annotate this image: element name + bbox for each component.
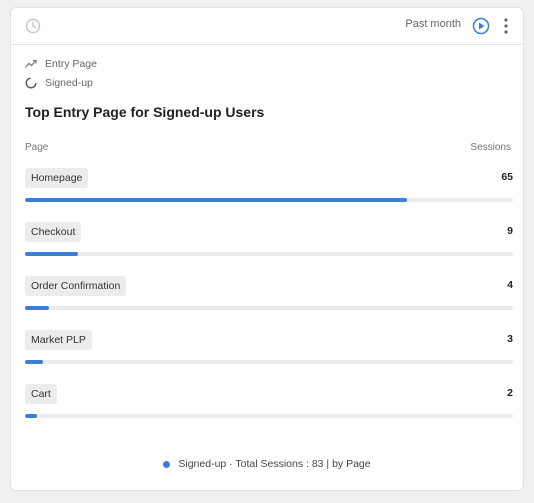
clock-icon (25, 18, 41, 34)
table-row: Cart 2 (25, 384, 513, 430)
bar-track (25, 198, 513, 202)
table-row: Order Confirmation 4 (25, 276, 513, 322)
table-row: Market PLP 3 (25, 330, 513, 376)
legend-segment-label: Signed-up (45, 77, 93, 89)
row-value: 4 (507, 279, 513, 291)
bar-fill (25, 360, 43, 364)
bar-track (25, 252, 513, 256)
bar-track (25, 306, 513, 310)
legend-segment: Signed-up (25, 77, 93, 89)
legend-dot (163, 460, 171, 468)
row-label[interactable]: Order Confirmation (25, 276, 127, 296)
legend-metric-label: Entry Page (45, 58, 97, 70)
trend-line-icon (25, 59, 37, 68)
widget-card: Past month Entry Page Signed-up Top Entr… (10, 7, 524, 491)
bar-fill (25, 198, 408, 202)
bar-fill (25, 414, 37, 418)
column-header-sessions: Sessions (470, 142, 511, 153)
bar-track (25, 360, 513, 364)
bar-track (25, 414, 513, 418)
row-value: 65 (501, 171, 513, 183)
play-icon[interactable] (472, 17, 490, 35)
row-value: 2 (507, 387, 513, 399)
table-row: Homepage 65 (25, 168, 513, 214)
row-label[interactable]: Cart (25, 384, 57, 404)
row-label[interactable]: Market PLP (25, 330, 92, 350)
card-header: Past month (11, 8, 523, 45)
spinner-icon (25, 77, 37, 89)
footer-text: Signed-up · Total Sessions : 83 | by Pag… (178, 458, 371, 470)
more-icon[interactable] (503, 17, 509, 35)
bar-fill (25, 252, 78, 256)
row-label[interactable]: Homepage (25, 168, 89, 188)
row-value: 9 (507, 225, 513, 237)
row-label[interactable]: Checkout (25, 222, 82, 242)
column-header-page: Page (25, 142, 49, 153)
footer-legend: Signed-up · Total Sessions : 83 | by Pag… (11, 458, 523, 470)
widget-title: Top Entry Page for Signed-up Users (25, 104, 265, 120)
row-value: 3 (507, 333, 513, 345)
table-row: Checkout 9 (25, 222, 513, 268)
period-selector[interactable]: Past month (405, 18, 461, 30)
legend-metric: Entry Page (25, 58, 97, 70)
bar-fill (25, 306, 49, 310)
